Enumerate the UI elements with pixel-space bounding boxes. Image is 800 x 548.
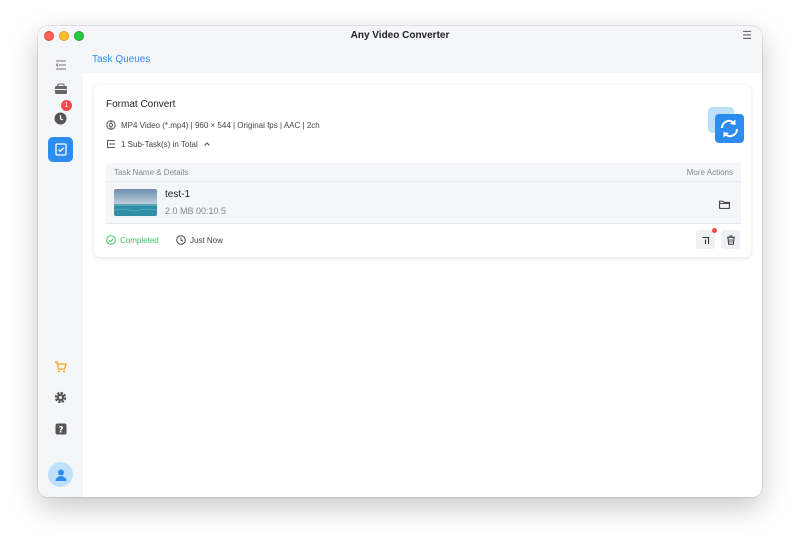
format-convert-icon bbox=[708, 107, 744, 143]
gear-icon[interactable] bbox=[48, 385, 73, 410]
status-text: Completed bbox=[120, 235, 159, 245]
status-completed: Completed bbox=[106, 235, 159, 245]
title-bar: Any Video Converter ☰ bbox=[38, 26, 762, 46]
check-circle-icon bbox=[106, 235, 116, 245]
clock-icon bbox=[176, 235, 186, 245]
folder-icon bbox=[719, 200, 730, 209]
user-icon bbox=[55, 469, 66, 481]
delete-button[interactable] bbox=[721, 230, 740, 249]
app-window: Any Video Converter ☰ 1 ? Task Queues Fo… bbox=[38, 26, 762, 497]
task-footer: Completed Just Now bbox=[106, 228, 741, 252]
sidebar: 1 ? bbox=[38, 46, 83, 497]
main-content: Format Convert MP4 Video (*.mp4) | 960 ×… bbox=[83, 73, 762, 497]
task-card-title: Format Convert bbox=[106, 99, 176, 110]
crop-icon bbox=[702, 236, 709, 244]
task-queue-icon[interactable] bbox=[48, 137, 73, 162]
subtasks-toggle[interactable]: 1 Sub-Task(s) in Total bbox=[106, 139, 211, 149]
trash-icon bbox=[726, 234, 735, 245]
column-task-name: Task Name & Details bbox=[114, 168, 189, 177]
completed-time: Just Now bbox=[176, 235, 223, 245]
format-settings-icon bbox=[106, 120, 116, 130]
cart-icon[interactable] bbox=[48, 354, 73, 379]
format-info: MP4 Video (*.mp4) | 960 × 544 | Original… bbox=[121, 120, 320, 130]
task-details: 2.0 MB 00:10.5 bbox=[165, 206, 227, 216]
sidebar-toggle-icon[interactable] bbox=[48, 52, 73, 77]
open-folder-button[interactable] bbox=[719, 196, 730, 214]
toolbox-icon[interactable] bbox=[48, 76, 73, 101]
trim-button[interactable] bbox=[696, 228, 717, 249]
svg-text:?: ? bbox=[58, 425, 63, 435]
page-title: Task Queues bbox=[92, 54, 151, 65]
task-table-header: Task Name & Details More Actions bbox=[106, 163, 741, 182]
history-icon bbox=[54, 112, 67, 125]
video-thumbnail bbox=[114, 189, 157, 216]
history-button[interactable]: 1 bbox=[48, 100, 73, 131]
task-name: test-1 bbox=[165, 189, 191, 200]
format-info-row: MP4 Video (*.mp4) | 960 × 544 | Original… bbox=[106, 120, 320, 130]
column-more-actions: More Actions bbox=[686, 168, 733, 177]
chevron-up-icon bbox=[203, 142, 210, 146]
menu-icon[interactable]: ☰ bbox=[742, 29, 752, 42]
time-text: Just Now bbox=[190, 235, 223, 245]
notification-dot bbox=[712, 228, 717, 233]
help-icon[interactable]: ? bbox=[48, 416, 73, 441]
avatar[interactable] bbox=[48, 462, 73, 487]
history-badge: 1 bbox=[61, 100, 72, 111]
window-title: Any Video Converter bbox=[350, 30, 450, 41]
task-card: Format Convert MP4 Video (*.mp4) | 960 ×… bbox=[94, 85, 751, 257]
subtask-list-icon bbox=[107, 140, 115, 148]
table-row[interactable]: test-1 2.0 MB 00:10.5 bbox=[106, 182, 741, 224]
page-header: Task Queues bbox=[83, 46, 762, 73]
subtasks-label: 1 Sub-Task(s) in Total bbox=[121, 139, 198, 149]
